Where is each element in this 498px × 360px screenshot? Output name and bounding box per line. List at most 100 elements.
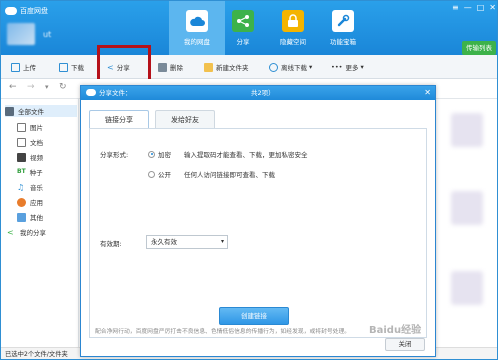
close-window-icon[interactable]: ✕: [489, 3, 496, 12]
share-form-row: 分享形式: 加密 输入提取码才能查看、下载，更加私密安全: [100, 149, 308, 159]
share-highlight-box: [97, 45, 151, 82]
nav-hidden-space-label: 隐藏空间: [280, 38, 306, 46]
sidebar-item-apps[interactable]: 应用: [17, 196, 43, 208]
sidebar-item-images[interactable]: 图片: [17, 121, 43, 133]
upload-button[interactable]: 上传: [11, 61, 36, 73]
video-icon: [17, 152, 26, 162]
blurred-thumbnail: [451, 271, 483, 305]
blurred-thumbnail: [451, 113, 483, 147]
toolbar: 上传 下载 < 分享 删除 新建文件夹 离线下载 ▾ ••• 更多 ▾: [1, 55, 497, 79]
new-folder-label: 新建文件夹: [216, 64, 249, 72]
maximize-icon[interactable]: □: [477, 3, 485, 12]
close-button[interactable]: 关闭: [385, 338, 425, 351]
sidebar-item-label: 其他: [30, 214, 43, 222]
chevron-down-icon: ▾: [309, 63, 313, 71]
cloud-logo-icon: [5, 7, 17, 15]
watermark: Baidu经验: [369, 325, 422, 336]
more-button[interactable]: ••• 更多 ▾: [331, 61, 364, 73]
more-label: 更多: [345, 64, 359, 72]
create-link-button[interactable]: 创建链接: [219, 307, 289, 325]
file-list-right: [441, 99, 497, 347]
download-icon: [59, 62, 68, 72]
nav-share-label: 分享: [236, 38, 250, 46]
lock-icon: [282, 10, 304, 32]
sidebar-item-music[interactable]: ♫ 音乐: [17, 181, 43, 193]
share-nodes-icon: <: [7, 227, 14, 237]
username[interactable]: ut: [43, 30, 51, 39]
tab-link-share[interactable]: 链接分享: [89, 110, 149, 128]
refresh-icon[interactable]: ↻: [59, 82, 67, 92]
chevron-down-icon[interactable]: ▾: [45, 83, 49, 91]
dialog-tabs: 链接分享 发给好友: [89, 110, 215, 128]
nav-hidden-space[interactable]: 隐藏空间: [265, 1, 321, 55]
image-icon: [17, 122, 26, 132]
validity-value: 永久有效: [151, 238, 177, 246]
download-label: 下载: [71, 64, 84, 72]
link-share-panel: 分享形式: 加密 输入提取码才能查看、下载，更加私密安全 公开 任何人访问链接即…: [89, 128, 427, 338]
upload-label: 上传: [23, 64, 36, 72]
encrypt-label[interactable]: 加密: [158, 149, 184, 159]
user-area[interactable]: ut: [7, 23, 51, 45]
sidebar-item-label: 应用: [30, 199, 43, 207]
back-arrow-icon[interactable]: ←: [9, 82, 17, 92]
public-description: 任何人访问链接即可查看、下载: [184, 171, 275, 179]
offline-download-button[interactable]: 离线下载 ▾: [269, 61, 312, 73]
validity-select[interactable]: 永久有效 ▾: [146, 235, 228, 249]
more-dots-icon: •••: [331, 63, 343, 71]
sidebar-item-label: 图片: [30, 124, 43, 132]
app-icon: [17, 197, 26, 207]
nav-toolbox[interactable]: 功能宝箱: [315, 1, 371, 55]
sidebar-item-label: 全部文件: [18, 108, 44, 116]
app-window: 百度网盘 ut 我的网盘 分享 隐藏空间 功能宝箱 ≡ — □ ✕ 传输列表 上…: [0, 0, 498, 360]
transfer-list-button[interactable]: 传输列表: [462, 41, 496, 55]
document-icon: [17, 137, 26, 147]
public-radio[interactable]: [148, 170, 155, 178]
sidebar: 全部文件 图片 文档 视频 BT 种子 ♫ 音乐 应用 其他 < 我的分享: [1, 99, 79, 347]
share-form-label: 分享形式:: [100, 151, 129, 159]
menu-icon[interactable]: ≡: [452, 3, 459, 12]
download-button[interactable]: 下载: [59, 61, 84, 73]
sidebar-item-other[interactable]: 其他: [17, 211, 43, 223]
dialog-item-count: 共2项）: [251, 89, 275, 97]
minimize-icon[interactable]: —: [464, 3, 472, 12]
dialog-title: 分享文件：: [99, 89, 132, 97]
sidebar-item-videos[interactable]: 视频: [17, 151, 43, 163]
chevron-down-icon: ▾: [360, 63, 364, 71]
sidebar-item-my-shares[interactable]: < 我的分享: [7, 226, 46, 238]
share-dialog: 分享文件： 共2项） ✕ 链接分享 发给好友 分享形式: 加密 输入提取码才能查…: [80, 85, 436, 357]
sidebar-item-label: 我的分享: [20, 229, 46, 237]
nav-share[interactable]: 分享: [215, 1, 271, 55]
new-folder-button[interactable]: 新建文件夹: [204, 61, 249, 73]
app-logo: 百度网盘: [5, 5, 48, 17]
window-controls: ≡ — □ ✕: [452, 3, 496, 12]
close-icon[interactable]: ✕: [424, 86, 431, 100]
validity-label: 有效期:: [100, 240, 122, 248]
app-title: 百度网盘: [20, 7, 48, 15]
upload-icon: [11, 62, 20, 72]
sidebar-item-all-files[interactable]: 全部文件: [5, 105, 77, 117]
sidebar-item-torrents[interactable]: BT 种子: [17, 166, 43, 178]
forward-arrow-icon[interactable]: →: [27, 82, 35, 92]
tab-send-to-friend[interactable]: 发给好友: [155, 110, 215, 128]
sidebar-item-label: 音乐: [30, 184, 43, 192]
public-label[interactable]: 公开: [158, 169, 184, 179]
dialog-title-bar: 分享文件： 共2项） ✕: [81, 86, 435, 100]
status-text: 已选中2个文件/文件夹: [5, 351, 68, 358]
nav-toolbox-label: 功能宝箱: [330, 38, 356, 46]
sidebar-item-documents[interactable]: 文档: [17, 136, 43, 148]
sidebar-item-label: 文档: [30, 139, 43, 147]
delete-label: 删除: [170, 64, 183, 72]
sidebar-item-label: 种子: [29, 169, 43, 177]
share-nodes-icon: [232, 10, 254, 32]
offline-icon: [269, 62, 278, 72]
notice-text: 配合净网行动，百度网盘严厉打击不良信息、色情低俗信息的传播行为，如经发现，或将封…: [95, 329, 351, 335]
wrench-icon: [332, 10, 354, 32]
bt-icon: BT: [17, 167, 26, 175]
nav-my-disk-label: 我的网盘: [184, 38, 210, 46]
avatar[interactable]: [7, 23, 35, 45]
cloud-logo-icon: [86, 89, 96, 96]
trash-icon: [158, 62, 167, 72]
encrypt-radio[interactable]: [148, 150, 155, 158]
music-note-icon: ♫: [17, 182, 25, 192]
delete-button[interactable]: 删除: [158, 61, 183, 73]
